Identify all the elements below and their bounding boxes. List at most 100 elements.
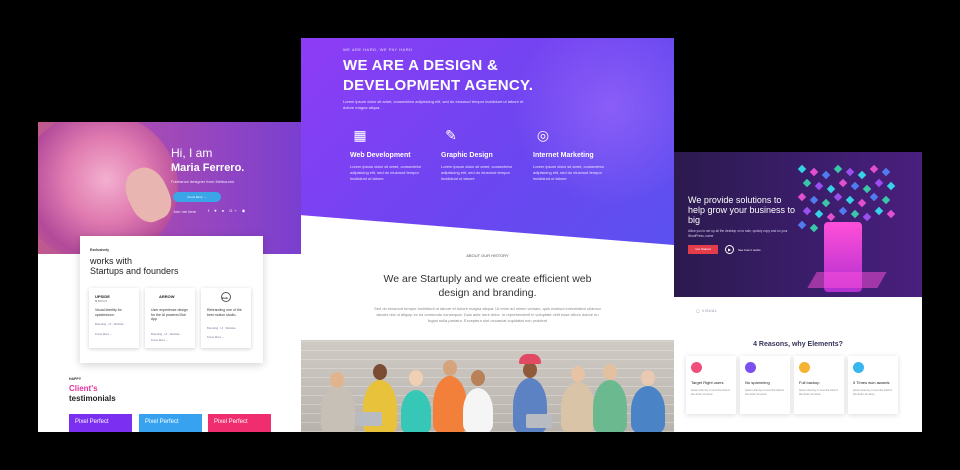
project-text: Visual Identity for upsidedown. xyxy=(95,308,122,317)
pixel-perfect-card-3[interactable]: Pixel Perfect xyxy=(208,414,271,432)
cube-shape xyxy=(857,198,867,208)
card-title-line1: works with xyxy=(90,256,133,266)
cube-shape xyxy=(802,178,812,188)
feature-card-4[interactable]: 5 Times won awards Ipsum dummy in text t… xyxy=(848,356,898,414)
pixel-perfect-card-2[interactable]: Pixel Perfect xyxy=(139,414,202,432)
person-9-head xyxy=(641,370,655,386)
hero-headline: We provide solutions to help grow your b… xyxy=(688,195,796,225)
project-text: Rebranding one of the best motion studio… xyxy=(207,308,242,317)
service-web-development[interactable]: ▦ Web Development Lorem ipsum dolor sit … xyxy=(350,127,430,182)
get-started-button[interactable]: Get Started xyxy=(688,245,718,254)
project-card-arrow[interactable]: ARROW User experience design for the AI … xyxy=(145,288,195,348)
target-icon xyxy=(691,362,702,373)
project-know-more-link[interactable]: Know More → xyxy=(207,335,225,339)
hero-intro: Lorem ipsum dolor sit amet, consectetur … xyxy=(343,99,524,110)
cube-shape xyxy=(886,181,896,191)
card-kicker: Exclusively xyxy=(90,248,110,252)
brand-logo: ◯ VISUAL xyxy=(696,309,718,313)
cube-shape xyxy=(821,198,831,208)
backup-icon xyxy=(799,362,810,373)
cube-shape xyxy=(809,195,819,205)
server-icon: ▦ xyxy=(353,127,367,143)
project-logo: Cab. xyxy=(222,296,229,300)
see-how-link[interactable]: See how it works xyxy=(738,248,761,252)
clients-card: Exclusively works with Startups and foun… xyxy=(80,236,263,363)
cube-shape xyxy=(814,209,824,219)
cube-shape xyxy=(862,184,872,194)
feature-desc: Ipsum dummy in text the fold of the dolo… xyxy=(745,388,784,396)
elements-hero: We provide solutions to help grow your b… xyxy=(674,152,922,297)
service-graphic-design[interactable]: ✎ Graphic Design Lorem ipsum dolor sit a… xyxy=(441,127,521,182)
cube-shape xyxy=(826,184,836,194)
cube-shape xyxy=(857,170,867,180)
about-kicker: ABOUT OUR HISTORY xyxy=(466,253,509,258)
project-card-upside[interactable]: UPSIDE N M O O Visual Identity for upsid… xyxy=(89,288,139,348)
portfolio-hero: Hi, I am Maria Ferrero. Freelance design… xyxy=(38,122,301,254)
feature-card-1[interactable]: Target Right users Ipsum dummy in text t… xyxy=(686,356,736,414)
project-know-more-link[interactable]: Know More → xyxy=(95,332,113,336)
elements-page-preview: We provide solutions to help grow your b… xyxy=(674,152,922,432)
feature-card-2[interactable]: No spamming Ipsum dummy in text the fold… xyxy=(740,356,790,414)
project-meta: Branding , UI , Website xyxy=(151,332,180,336)
feature-title: Target Right users xyxy=(691,380,724,385)
cube-shape xyxy=(869,164,879,174)
pixel-perfect-card-1[interactable]: Pixel Perfect xyxy=(69,414,132,432)
cube-shape xyxy=(797,192,807,202)
hero-headline-line2: DEVELOPMENT AGENCY. xyxy=(343,77,534,94)
project-card-cab[interactable]: Cab. Rebranding one of the best motion s… xyxy=(201,288,251,348)
play-icon[interactable]: ▶ xyxy=(725,245,734,254)
feature-title: 5 Times won awards xyxy=(853,380,890,385)
person-3-head xyxy=(409,370,423,386)
cube-shape xyxy=(833,192,843,202)
person-3 xyxy=(401,390,431,432)
feature-card-3[interactable]: Full backup Ipsum dummy in text the fold… xyxy=(794,356,844,414)
illustration-platform xyxy=(807,272,887,288)
project-meta: Branding , UI , Website xyxy=(95,322,124,326)
cube-shape xyxy=(814,181,824,191)
about-statement-line1: We are Startuply and we create efficient… xyxy=(383,273,592,285)
hero-glow xyxy=(511,38,674,208)
cube-shape xyxy=(845,195,855,205)
pen-tool-icon: ✎ xyxy=(445,127,457,143)
person-5 xyxy=(463,388,493,432)
social-icons[interactable]: f ♥ ● G+ ◉ xyxy=(208,208,247,213)
hero-headline-line1: WE ARE A DESIGN & xyxy=(343,57,499,74)
service-internet-marketing[interactable]: ◎ Internet Marketing Lorem ipsum dolor s… xyxy=(533,127,613,182)
service-desc: Lorem ipsum dolor sit amet, consectetur … xyxy=(350,164,422,181)
cube-shape xyxy=(802,206,812,216)
cube-shape xyxy=(826,212,836,222)
about-paragraph: Sed do eiusmod tempor incididunt ut labo… xyxy=(374,306,601,323)
hero-greeting: Hi, I am xyxy=(171,146,213,160)
person-8-head xyxy=(603,364,617,380)
cube-shape xyxy=(797,220,807,230)
person-9 xyxy=(631,386,665,432)
feature-desc: Ipsum dummy in text the fold of the dolo… xyxy=(691,388,730,396)
hero-subtitle: Freelance designer from Melbourne xyxy=(171,179,235,184)
project-logo-sub: N M O O xyxy=(95,299,107,303)
hero-name: Maria Ferrero. xyxy=(171,162,245,174)
person-7-head xyxy=(571,366,585,382)
hero-tagline: WE ARE HARD, WE PAY HARD xyxy=(343,47,413,52)
award-icon xyxy=(853,362,864,373)
card-title-line2: Startups and founders xyxy=(90,266,179,276)
cube-shape xyxy=(838,206,848,216)
no-spam-icon xyxy=(745,362,756,373)
testimonials-title-accent: Client's xyxy=(69,384,98,393)
person-4 xyxy=(433,376,467,432)
know-more-button[interactable]: Know More → xyxy=(173,192,221,202)
service-desc: Lorem ipsum dolor sit amet, consectetur … xyxy=(441,164,513,181)
project-know-more-link[interactable]: Know More → xyxy=(151,338,169,342)
cube-shape xyxy=(838,178,848,188)
service-title: Web Development xyxy=(350,152,411,159)
project-meta: Branding , UI , Website xyxy=(207,326,236,330)
person-1 xyxy=(321,385,355,432)
testimonials-title: testimonials xyxy=(69,394,116,403)
portfolio-page-preview: Hi, I am Maria Ferrero. Freelance design… xyxy=(38,122,301,432)
laptop xyxy=(356,412,382,426)
cube-shape xyxy=(809,167,819,177)
about-statement-line2: design and branding. xyxy=(438,287,537,299)
person-7 xyxy=(561,382,595,432)
feature-desc: Ipsum dummy in text the fold of the dolo… xyxy=(799,388,838,396)
person-5-head xyxy=(471,370,485,386)
agency-hero: WE ARE HARD, WE PAY HARD WE ARE A DESIGN… xyxy=(301,38,674,245)
